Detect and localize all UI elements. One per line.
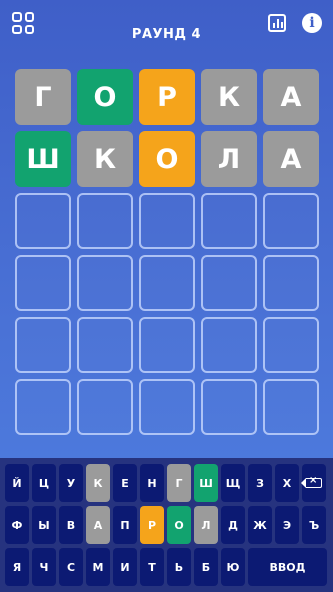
letter-key[interactable]: У [59, 464, 83, 502]
letter-key[interactable]: Ш [194, 464, 218, 502]
board-tile: Ш [15, 131, 71, 187]
board-tile [201, 255, 257, 311]
letter-key[interactable]: Ь [167, 548, 191, 586]
board-tile [15, 317, 71, 373]
letter-key[interactable]: Р [140, 506, 164, 544]
board-tile [263, 255, 319, 311]
board-tile: Г [15, 69, 71, 125]
letter-key[interactable]: С [59, 548, 83, 586]
letter-key[interactable]: К [86, 464, 110, 502]
letter-key[interactable]: М [86, 548, 110, 586]
letter-key[interactable]: Ж [248, 506, 272, 544]
bar [281, 22, 283, 28]
board-tile [263, 317, 319, 373]
board-tile [15, 193, 71, 249]
board-tile: К [77, 131, 133, 187]
board-tile [263, 193, 319, 249]
letter-key[interactable]: Е [113, 464, 137, 502]
board-tile [201, 193, 257, 249]
keyboard-row-1: ЙЦУКЕНГШЩЗХ [5, 464, 326, 502]
letter-key[interactable]: Э [275, 506, 299, 544]
letter-key[interactable]: Н [140, 464, 164, 502]
enter-key[interactable]: ВВОД [248, 548, 327, 586]
bar-chart-icon[interactable] [268, 14, 286, 32]
board-tile [15, 379, 71, 435]
info-icon[interactable]: i [302, 13, 322, 33]
letter-key[interactable]: П [113, 506, 137, 544]
letter-key[interactable]: Г [167, 464, 191, 502]
board-tile [77, 255, 133, 311]
on-screen-keyboard: ЙЦУКЕНГШЩЗХ ФЫВАПРОЛДЖЭЪ ЯЧСМИТЬБЮВВОД [0, 458, 333, 592]
board-tile [201, 317, 257, 373]
keyboard-row-2: ФЫВАПРОЛДЖЭЪ [5, 506, 326, 544]
letter-key[interactable]: Ю [221, 548, 245, 586]
letter-key[interactable]: Я [5, 548, 29, 586]
letter-key[interactable]: И [113, 548, 137, 586]
backspace-icon [301, 475, 322, 488]
bar [277, 19, 279, 28]
board-tile [15, 255, 71, 311]
board-tile [77, 379, 133, 435]
board-tile: К [201, 69, 257, 125]
board-tile: А [263, 69, 319, 125]
board-tile [139, 317, 195, 373]
letter-key[interactable]: Ы [32, 506, 56, 544]
letter-key[interactable]: Ф [5, 506, 29, 544]
letter-key[interactable]: Ъ [302, 506, 326, 544]
board-tile [77, 317, 133, 373]
letter-key[interactable]: Л [194, 506, 218, 544]
letter-key[interactable]: Ц [32, 464, 56, 502]
board-tile [77, 193, 133, 249]
board-tile: Л [201, 131, 257, 187]
bar [273, 23, 275, 28]
grid-square [24, 12, 34, 22]
board-tile [139, 193, 195, 249]
top-bar: РАУНД 4 i [0, 0, 333, 60]
board-tile: О [77, 69, 133, 125]
letter-key[interactable]: А [86, 506, 110, 544]
board-tile [139, 379, 195, 435]
letter-key[interactable]: О [167, 506, 191, 544]
board-tile [139, 255, 195, 311]
board-tile [263, 379, 319, 435]
letter-key[interactable]: В [59, 506, 83, 544]
game-board: ГОРКАШКОЛА [15, 69, 319, 435]
board-tile: О [139, 131, 195, 187]
letter-key[interactable]: Д [221, 506, 245, 544]
board-tile: Р [139, 69, 195, 125]
letter-key[interactable]: Х [275, 464, 299, 502]
board-tile [201, 379, 257, 435]
letter-key[interactable]: Ч [32, 548, 56, 586]
grid-square [12, 12, 22, 22]
backspace-key[interactable] [301, 464, 326, 502]
keyboard-row-3: Я Ч С М И Т Ь Б Ю ВВОД [5, 548, 327, 586]
letter-key[interactable]: Щ [221, 464, 245, 502]
board-tile: А [263, 131, 319, 187]
letter-key[interactable]: Б [194, 548, 218, 586]
letter-key[interactable]: З [248, 464, 272, 502]
letter-key[interactable]: Й [5, 464, 29, 502]
letter-key[interactable]: Т [140, 548, 164, 586]
